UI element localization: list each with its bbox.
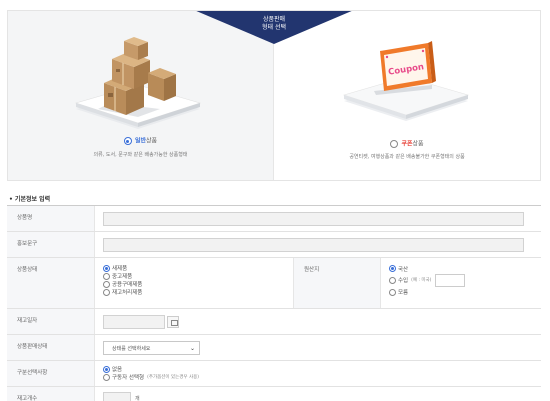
basic-info-form: 상품명 홍보문구 상품상태 새제품 중고제품 공용구매제품 재고처리제품 원산지 xyxy=(7,205,541,401)
origin-option[interactable]: 수입 (예 : 미국) xyxy=(389,273,466,287)
promo-text-input[interactable] xyxy=(103,238,524,252)
general-product-radio[interactable] xyxy=(123,137,132,145)
chevron-down-icon: ⌄ xyxy=(189,345,195,352)
radio-button[interactable] xyxy=(389,265,396,272)
row-stock-qty: 재고개수 개 xyxy=(7,387,541,401)
general-product-option[interactable]: 일반상품 xyxy=(8,137,273,146)
radio-button[interactable] xyxy=(103,272,110,280)
restock-date-input[interactable] xyxy=(103,315,165,329)
coupon-illustration: Coupon xyxy=(336,39,476,129)
coupon-product-radio[interactable] xyxy=(390,140,399,148)
coupon-product-panel[interactable]: Coupon 쿠폰상품 공연티켓, 여행상품과 같은 배송불가한 쿠폰형태의 상… xyxy=(274,11,540,180)
product-name-label: 상품명 xyxy=(7,206,95,231)
row-product-state: 상품상태 새제품 중고제품 공용구매제품 재고처리제품 원산지 국산 수입 (예 … xyxy=(7,258,541,309)
product-state-option[interactable]: 새제품 xyxy=(103,264,142,272)
radio-button[interactable] xyxy=(103,365,110,373)
coupon-product-description: 공연티켓, 여행상품과 같은 배송불가한 쿠폰형태의 상품 xyxy=(349,154,465,160)
stock-qty-label: 재고개수 xyxy=(7,387,95,401)
row-promo-text: 홍보문구 xyxy=(7,232,541,258)
radio-button[interactable] xyxy=(389,276,396,284)
product-state-options: 새제품 중고제품 공용구매제품 재고처리제품 xyxy=(103,264,142,296)
product-state-label: 상품상태 xyxy=(7,258,95,308)
coupon-product-option[interactable]: 쿠폰상품 xyxy=(274,140,540,149)
purchase-option[interactable]: 없음 xyxy=(103,365,199,373)
row-restock-date: 재고일자 xyxy=(7,309,541,335)
general-product-label: 상품 xyxy=(146,137,158,145)
product-state-option[interactable]: 중고제품 xyxy=(103,272,142,280)
origin-label: 원산지 xyxy=(293,258,381,308)
product-status-select[interactable]: 상태를 선택하세요 ⌄ xyxy=(103,341,200,355)
radio-button[interactable] xyxy=(103,288,110,296)
coupon-product-label: 상품 xyxy=(412,140,424,148)
origin-options: 국산 수입 (예 : 미국) 모름 xyxy=(389,264,466,297)
product-state-option[interactable]: 재고처리제품 xyxy=(103,288,142,296)
general-product-label-highlight: 일반 xyxy=(134,137,146,145)
general-product-description: 의류, 도서, 문구와 같은 배송가능한 상품형태 xyxy=(93,152,188,158)
purchase-option[interactable]: 구동자 선택형 (추가옵션이 있는경우 사용) xyxy=(103,373,199,381)
radio-button[interactable] xyxy=(103,264,110,272)
product-status-label: 상품판매상태 xyxy=(7,335,95,360)
basic-info-title: • 기본정보 입력 xyxy=(9,196,51,203)
restock-date-label: 재고일자 xyxy=(7,309,95,334)
stock-qty-input[interactable] xyxy=(103,392,131,401)
origin-country-input[interactable] xyxy=(435,273,466,287)
general-product-panel[interactable]: 일반상품 의류, 도서, 문구와 같은 배송가능한 상품형태 xyxy=(8,11,274,180)
radio-button[interactable] xyxy=(103,280,110,288)
purchase-options-label: 구분선택사항 xyxy=(7,361,95,386)
calendar-icon[interactable] xyxy=(167,316,179,328)
radio-button[interactable] xyxy=(103,373,110,381)
stock-qty-unit: 개 xyxy=(135,396,140,401)
origin-option[interactable]: 국산 xyxy=(389,264,465,273)
coupon-product-label-highlight: 쿠폰 xyxy=(401,140,413,148)
product-state-option[interactable]: 공용구매제품 xyxy=(103,280,142,288)
product-name-input[interactable] xyxy=(103,212,524,226)
sale-type-selector: 일반상품 의류, 도서, 문구와 같은 배송가능한 상품형태 Coupon 쿠폰… xyxy=(7,10,541,181)
purchase-options: 없음 구동자 선택형 (추가옵션이 있는경우 사용) xyxy=(103,365,199,381)
radio-button[interactable] xyxy=(389,288,396,296)
boxes-illustration xyxy=(68,33,208,133)
promo-text-label: 홍보문구 xyxy=(7,232,95,257)
row-product-status: 상품판매상태 상태를 선택하세요 ⌄ xyxy=(7,335,541,361)
row-purchase-options: 구분선택사항 없음 구동자 선택형 (추가옵션이 있는경우 사용) xyxy=(7,361,541,387)
origin-option[interactable]: 모름 xyxy=(389,287,465,297)
row-product-name: 상품명 xyxy=(7,206,541,232)
